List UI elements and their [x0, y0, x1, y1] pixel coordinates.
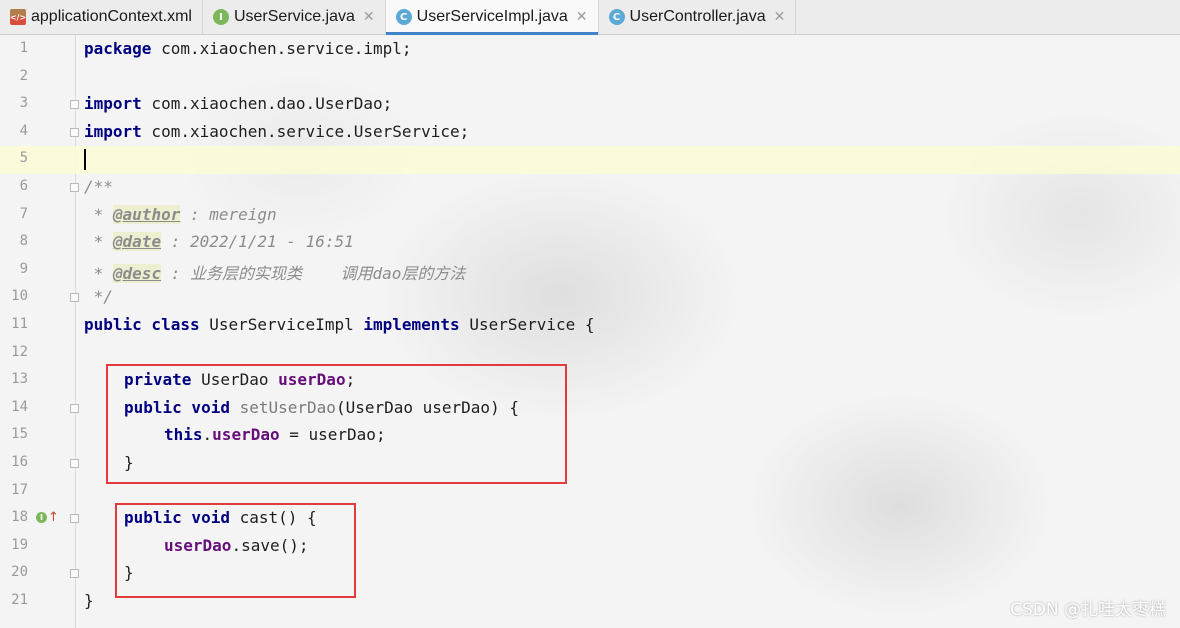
class-icon: C — [608, 9, 625, 25]
code-text: public class UserServiceImpl implements … — [84, 315, 595, 334]
code-text: import com.xiaochen.service.UserService; — [84, 121, 470, 141]
line-number: 14 — [11, 398, 28, 415]
line-number: 17 — [11, 481, 28, 498]
line-number: 13 — [11, 371, 28, 388]
close-icon[interactable]: ✕ — [576, 9, 588, 25]
fold-marker-icon[interactable] — [70, 569, 79, 579]
fold-marker-icon[interactable] — [70, 459, 79, 468]
line-number: 21 — [11, 592, 28, 608]
fold-marker-icon[interactable] — [70, 514, 79, 524]
code-text: /** — [84, 177, 113, 196]
code-line[interactable]: 7 * @author : mereign — [0, 202, 1180, 230]
fold-marker-icon[interactable] — [70, 100, 79, 110]
tab-user-service-impl-java[interactable]: C UserServiceImpl.java ✕ — [385, 0, 599, 35]
code-text: * @desc : 业务层的实现类 调用dao层的方法 — [84, 263, 466, 283]
watermark: CSDN @扎哇太枣糕 — [1010, 600, 1166, 620]
line-number: 3 — [19, 95, 28, 112]
fold-marker-icon[interactable] — [70, 403, 79, 413]
close-icon[interactable]: ✕ — [774, 9, 786, 25]
line-number: 5 — [19, 150, 28, 167]
code-text: } — [84, 591, 94, 610]
tab-label: UserController.java — [629, 8, 766, 25]
tab-application-context-xml[interactable]: </> applicationContext.xml — [0, 0, 203, 34]
code-text: * @date : 2022/1/21 - 16:51 — [84, 232, 354, 252]
line-number: 4 — [19, 122, 28, 139]
line-number: 18 — [11, 509, 28, 526]
tab-user-controller-java[interactable]: C UserController.java ✕ — [599, 0, 797, 34]
code-text: */ — [84, 287, 113, 307]
line-number: 15 — [11, 426, 28, 443]
code-line[interactable]: 3 import com.xiaochen.dao.UserDao; — [0, 91, 1180, 119]
code-line[interactable]: 1 package com.xiaochen.service.impl; — [0, 36, 1180, 64]
code-line[interactable]: 11 public class UserServiceImpl implemen… — [0, 312, 1180, 340]
code-line[interactable]: 10 */ — [0, 284, 1180, 312]
code-line-current[interactable]: 5 — [0, 146, 1180, 174]
line-number: 10 — [11, 288, 28, 305]
code-line[interactable]: 8 * @date : 2022/1/21 - 16:51 — [0, 229, 1180, 257]
line-number: 12 — [11, 343, 28, 360]
code-line[interactable]: 2 — [0, 64, 1180, 92]
line-number: 2 — [19, 67, 28, 84]
code-line[interactable]: 6 /** — [0, 174, 1180, 202]
line-number: 1 — [19, 40, 28, 56]
highlight-box-cast-method — [115, 503, 356, 598]
text-caret — [84, 149, 86, 171]
tab-label: UserService.java — [233, 8, 355, 25]
code-line[interactable]: 4 import com.xiaochen.service.UserServic… — [0, 119, 1180, 147]
fold-marker-icon[interactable] — [70, 293, 79, 303]
code-text: import com.xiaochen.dao.UserDao; — [84, 94, 393, 114]
line-number: 6 — [19, 178, 28, 194]
line-number: 16 — [11, 454, 28, 470]
line-number: 19 — [11, 536, 28, 553]
interface-icon: I — [212, 9, 229, 25]
code-editor[interactable]: 1 package com.xiaochen.service.impl; 2 3… — [0, 35, 1180, 628]
code-text: * @author : mereign — [84, 204, 277, 224]
editor-tab-bar: </> applicationContext.xml I UserService… — [0, 0, 1180, 35]
line-number: 20 — [11, 564, 28, 581]
code-text: package com.xiaochen.service.impl; — [84, 39, 412, 58]
line-number: 9 — [19, 260, 28, 277]
tab-user-service-java[interactable]: I UserService.java ✕ — [203, 0, 386, 34]
highlight-box-setter — [106, 364, 567, 484]
xml-file-icon: </> — [10, 9, 26, 25]
line-number: 7 — [19, 205, 28, 222]
tab-label: applicationContext.xml — [31, 8, 192, 25]
line-number: 11 — [11, 316, 28, 332]
code-line[interactable]: 9 * @desc : 业务层的实现类 调用dao层的方法 — [0, 257, 1180, 285]
implements-method-icon[interactable]: I ↑ — [36, 510, 59, 525]
close-icon[interactable]: ✕ — [363, 9, 375, 25]
tab-label: UserServiceImpl.java — [416, 8, 568, 25]
line-number: 8 — [19, 233, 28, 250]
class-icon: C — [395, 9, 412, 25]
fold-marker-icon[interactable] — [70, 183, 79, 192]
fold-marker-icon[interactable] — [70, 127, 79, 137]
